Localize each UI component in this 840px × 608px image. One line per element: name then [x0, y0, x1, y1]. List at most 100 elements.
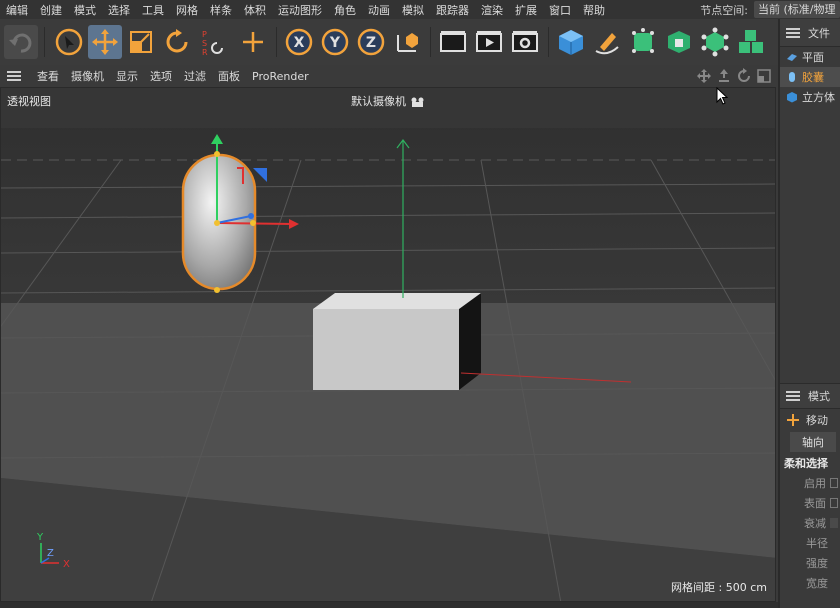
prop-enable: 启用: [780, 473, 840, 493]
prop-label: 启用: [804, 477, 826, 490]
extrude-icon[interactable]: [662, 25, 696, 59]
world-coordinate-icon[interactable]: [390, 25, 424, 59]
x-axis-lock-icon[interactable]: X: [282, 25, 316, 59]
z-axis-lock-icon[interactable]: Z: [354, 25, 388, 59]
cube-side-face: [459, 293, 481, 390]
perspective-viewport[interactable]: 透视视图 默认摄像机 Y Z X 网格间距 : 500 cm: [0, 87, 776, 602]
z-axis-label: Z: [366, 35, 376, 51]
subdivision-icon[interactable]: [626, 25, 660, 59]
enable-checkbox[interactable]: [830, 478, 838, 488]
menu-edit[interactable]: 编辑: [0, 2, 34, 18]
world-axis-x-label: X: [63, 559, 70, 570]
node-space-select[interactable]: 当前 (标准/物理: [754, 1, 840, 18]
surface-checkbox[interactable]: [830, 498, 838, 508]
y-axis-lock-icon[interactable]: Y: [318, 25, 352, 59]
select-icon[interactable]: [52, 25, 86, 59]
menu-select[interactable]: 选择: [102, 2, 136, 18]
menu-help[interactable]: 帮助: [577, 2, 611, 18]
menu-window[interactable]: 窗口: [543, 2, 577, 18]
menu-bar: 编辑 创建 模式 选择 工具 网格 样条 体积 运动图形 角色 动画 模拟 跟踪…: [0, 0, 840, 19]
psr-r-label: R: [202, 48, 208, 57]
attribute-manager: 模式 移动 轴向 对 柔和选择 启用 表面 衰减 半径 强度 宽度: [780, 383, 840, 593]
prop-strength: 强度: [780, 553, 840, 573]
menu-mode[interactable]: 模式: [68, 2, 102, 18]
status-strip: [0, 602, 778, 608]
menu-render[interactable]: 渲染: [475, 2, 509, 18]
object-manager-file-menu[interactable]: 文件: [808, 25, 830, 41]
menu-extensions[interactable]: 扩展: [509, 2, 543, 18]
tab-axis[interactable]: 轴向: [790, 432, 836, 452]
menu-mograph[interactable]: 运动图形: [272, 2, 328, 18]
prop-label: 衰减: [804, 517, 826, 530]
viewport-menu-options[interactable]: 选项: [144, 68, 178, 84]
viewport-menu-icon[interactable]: [7, 69, 21, 83]
attribute-mode-menu[interactable]: 模式: [808, 388, 830, 404]
prop-width: 宽度: [780, 573, 840, 593]
maximize-view-icon[interactable]: [756, 68, 772, 84]
object-item-cube[interactable]: 立方体: [780, 87, 840, 107]
viewport-menu-prorender[interactable]: ProRender: [246, 70, 315, 83]
render-settings-icon[interactable]: [508, 25, 542, 59]
cloner-icon[interactable]: [734, 25, 768, 59]
menu-spline[interactable]: 样条: [204, 2, 238, 18]
object-item-plane[interactable]: 平面: [780, 47, 840, 67]
pen-icon[interactable]: [590, 25, 624, 59]
cube-icon[interactable]: [554, 25, 588, 59]
prop-label: 宽度: [806, 577, 828, 590]
viewport-menu-panel[interactable]: 面板: [212, 68, 246, 84]
psr-p-label: P: [202, 30, 207, 39]
viewport-menu-camera[interactable]: 摄像机: [65, 68, 110, 84]
attribute-manager-menu-icon[interactable]: [786, 389, 800, 403]
cube-icon: [786, 91, 798, 103]
viewport-title: 透视视图: [7, 95, 51, 108]
undo-icon[interactable]: [4, 25, 38, 59]
object-manager-header: 文件: [780, 19, 840, 47]
menu-create[interactable]: 创建: [34, 2, 68, 18]
zoom-view-icon[interactable]: [716, 68, 732, 84]
grid-spacing-label: 网格间距 : 500 cm: [671, 581, 767, 594]
coordinate-icon[interactable]: [236, 25, 270, 59]
viewport-camera-label[interactable]: 默认摄像机: [351, 93, 426, 109]
world-axis-y-label: Y: [37, 532, 44, 543]
prop-label: 半径: [806, 537, 828, 550]
psr-icon[interactable]: P S R: [196, 25, 230, 59]
menu-simulate[interactable]: 模拟: [396, 2, 430, 18]
node-space-label: 节点空间:: [700, 3, 748, 17]
active-tool-row: 移动: [780, 409, 840, 431]
y-axis-label: Y: [329, 35, 341, 51]
viewport-menu-view[interactable]: 查看: [31, 68, 65, 84]
viewport-menu-filter[interactable]: 过滤: [178, 68, 212, 84]
soft-selection-section[interactable]: 柔和选择: [780, 453, 840, 473]
prop-falloff: 衰减: [780, 513, 840, 533]
attribute-tabs: 轴向 对: [780, 431, 840, 453]
menu-volume[interactable]: 体积: [238, 2, 272, 18]
capsule-icon: [786, 71, 798, 83]
falloff-select[interactable]: [830, 518, 838, 528]
viewport-canvas: [1, 88, 775, 601]
object-item-label: 胶囊: [802, 71, 824, 84]
cube-front-face: [313, 309, 459, 390]
render-picture-viewer-icon[interactable]: [472, 25, 506, 59]
pan-view-icon[interactable]: [696, 68, 712, 84]
menu-animate[interactable]: 动画: [362, 2, 396, 18]
plane-icon: [786, 51, 798, 63]
menu-mesh[interactable]: 网格: [170, 2, 204, 18]
move-tool-icon: [786, 413, 800, 427]
rotate-icon[interactable]: [160, 25, 194, 59]
right-panel: 文件 平面 胶囊 立方体 模式 移动 轴向 对 柔和选择 启用 表面 衰减 半径: [778, 19, 840, 608]
menu-tracker[interactable]: 跟踪器: [430, 2, 475, 18]
mouse-cursor-icon: [716, 86, 729, 105]
render-view-icon[interactable]: [436, 25, 470, 59]
mograph-icon[interactable]: [698, 25, 732, 59]
rotate-view-icon[interactable]: [736, 68, 752, 84]
menu-character[interactable]: 角色: [328, 2, 362, 18]
viewport-menu-display[interactable]: 显示: [110, 68, 144, 84]
prop-label: 强度: [806, 557, 828, 570]
move-icon[interactable]: [88, 25, 122, 59]
object-manager-menu-icon[interactable]: [786, 26, 800, 40]
scale-icon[interactable]: [124, 25, 158, 59]
menu-tools[interactable]: 工具: [136, 2, 170, 18]
cube-top-face: [313, 293, 481, 309]
object-item-label: 平面: [802, 51, 824, 64]
object-item-capsule[interactable]: 胶囊: [780, 67, 840, 87]
